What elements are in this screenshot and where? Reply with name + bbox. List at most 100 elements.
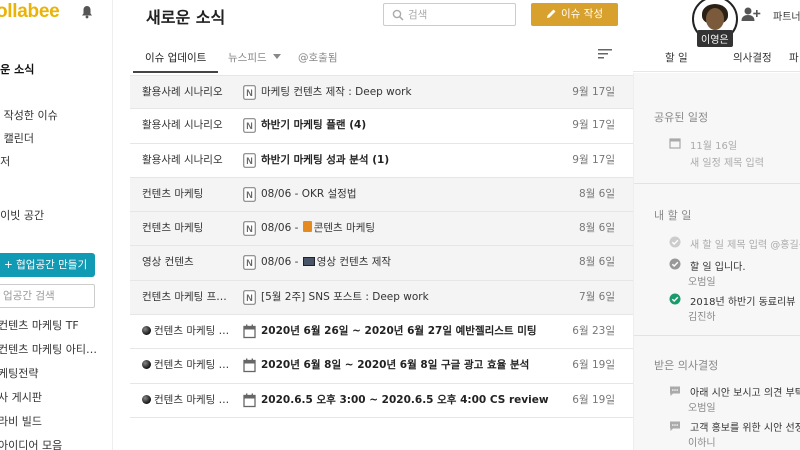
todo-item-title[interactable]: 할 일 입니다. — [690, 258, 800, 273]
feed-row-title[interactable]: 하반기 마케팅 성과 분석 (1) — [261, 144, 561, 177]
feed-row[interactable]: 활용사례 시나리오 N 마케팅 컨텐츠 제작 : Deep work 9월 17일 — [130, 75, 633, 110]
svg-text:N: N — [246, 88, 253, 98]
feed-row-title[interactable]: [5월 2주] SNS 포스트 : Deep work — [261, 281, 561, 314]
feed-row-category[interactable]: 활용사례 시나리오 — [142, 76, 230, 109]
partner-link[interactable]: 파트너 — [773, 8, 800, 23]
feed-row-category[interactable]: 컨텐츠 마케팅 TF — [142, 315, 230, 348]
calendar-icon — [243, 324, 256, 339]
workspace-item[interactable]: 아이디어 모음 — [0, 434, 112, 450]
sidebar-item-my-issues[interactable]: 가 작성한 이슈 — [0, 104, 112, 127]
feed-row-category[interactable]: 활용사례 시나리오 — [142, 144, 230, 177]
sidebar-item-news[interactable]: 로운 소식 — [0, 58, 112, 81]
check-circle-icon[interactable] — [669, 258, 681, 270]
workspace-ball-icon — [142, 394, 151, 404]
feed-row[interactable]: 컨텐츠 마케팅 N 08/06 - OKR 설정법 8월 6일 — [130, 177, 633, 213]
note-icon: N — [243, 221, 256, 237]
right-panel: 이영은 파트너 할 일 의사결정 파 공유된 일정 11월 16일 새 일정 제… — [633, 0, 800, 450]
feed-row-title[interactable]: 2020년 6월 8일 ~ 2020년 6월 8일 구글 광고 효율 분석 — [261, 349, 561, 382]
feed-row-category[interactable]: 컨텐츠 마케팅 — [142, 212, 230, 245]
feed-row[interactable]: 컨텐츠 마케팅 프… N [5월 2주] SNS 포스트 : Deep work 7월… — [130, 280, 633, 316]
sidebar-nav: 로운 소식 크 가 작성한 이슈 레 캘린더 신저 라이빗 공간 — [0, 58, 112, 227]
feed-row-title[interactable]: 2020년 6월 26일 ~ 2020년 6월 27일 예반젤리스트 미팅 — [261, 315, 561, 348]
computer-icon — [302, 257, 315, 267]
search-icon — [392, 9, 404, 21]
workspace-item[interactable]: 컨텐츠 마케팅 TF — [0, 314, 112, 338]
tab-newsfeed[interactable]: 뉴스피드 — [216, 46, 293, 73]
decision-item-title[interactable]: 아래 시안 보시고 의견 부탁드 — [690, 384, 800, 399]
feed-row-title[interactable]: 08/06 - OKR 설정법 — [261, 178, 561, 211]
sort-icon[interactable] — [598, 48, 612, 60]
feed-row[interactable]: 활용사례 시나리오 N 하반기 마케팅 플랜 (4) 9월 17일 — [130, 109, 633, 144]
caret-down-icon — [272, 54, 281, 59]
tab-mentions[interactable]: @호출됨 — [286, 46, 349, 73]
sidebar-item-calendar[interactable]: 레 캘린더 — [0, 127, 112, 150]
feed-row-category[interactable]: 영상 컨텐츠 — [142, 246, 230, 279]
feed-row-category[interactable]: 컨텐츠 마케팅 TF — [142, 384, 230, 417]
feed-row-title[interactable]: 08/06 - 콘텐츠 마케팅 — [261, 212, 561, 245]
feed-row-date: 6월 19일 — [572, 359, 615, 372]
create-workspace-button[interactable]: + 협업공간 만들기 — [0, 253, 95, 277]
feed-row-category[interactable]: 컨텐츠 마케팅 TF — [142, 349, 230, 382]
todo-heading: 내 할 일 — [654, 209, 692, 222]
workspace-item[interactable]: 케팅전략 — [0, 362, 112, 386]
check-circle-icon — [669, 236, 681, 248]
calendar-icon — [669, 138, 681, 149]
note-icon: N — [243, 85, 256, 100]
feed-tabs: 이슈 업데이트 뉴스피드 @호출됨 — [133, 46, 633, 73]
feed-row-date: 9월 17일 — [572, 153, 615, 166]
workspace-item[interactable]: 라비 빌드 — [0, 410, 112, 434]
feed-row-date: 8월 6일 — [578, 256, 615, 269]
svg-text:N: N — [246, 190, 253, 200]
new-schedule-input[interactable]: 새 일정 제목 입력 — [690, 154, 800, 169]
workspace-item[interactable]: 사 게시판 — [0, 386, 112, 410]
plus-icon: + — [4, 259, 17, 271]
feed-row-category[interactable]: 활용사례 시나리오 — [142, 109, 230, 142]
check-circle-done-icon[interactable] — [669, 293, 681, 305]
svg-text:N: N — [246, 121, 253, 131]
feed-row-category[interactable]: 컨텐츠 마케팅 — [142, 178, 230, 211]
sidebar-item-messenger[interactable]: 신저 — [0, 150, 112, 173]
todo-item-title[interactable]: 2018년 하반기 동료리뷰 — [690, 293, 800, 308]
workspace-ball-icon — [142, 360, 151, 370]
todo-item-owner: 오범일 — [688, 277, 716, 288]
decisions-heading: 받은 의사결정 — [654, 359, 719, 372]
shared-schedule-heading: 공유된 일정 — [654, 111, 709, 124]
sidebar: ollabee 로운 소식 크 가 작성한 이슈 레 캘린더 신저 라이빗 공간… — [0, 0, 113, 450]
sidebar-item-bookmark[interactable]: 크 — [0, 81, 112, 104]
feed-row-title[interactable]: 하반기 마케팅 플랜 (4) — [261, 109, 561, 142]
new-todo-input[interactable]: 새 할 일 제목 입력 @홍길동 — [690, 236, 800, 251]
workspace-ball-icon — [142, 326, 151, 336]
right-tabs: 할 일 의사결정 파 — [633, 44, 800, 72]
feed-row[interactable]: 컨텐츠 마케팅 TF 2020.6.5 오후 3:00 ~ 2020.6.5 오후… — [130, 383, 633, 418]
svg-text:N: N — [246, 293, 253, 303]
app-logo[interactable]: ollabee — [0, 1, 60, 23]
tab-todo[interactable]: 할 일 — [665, 50, 688, 65]
feed-row[interactable]: 활용사례 시나리오 N 하반기 마케팅 성과 분석 (1) 9월 17일 — [130, 143, 633, 178]
calendar-icon — [243, 358, 256, 373]
decision-item-owner: 오범일 — [688, 403, 716, 414]
chat-bubble-icon — [670, 386, 680, 396]
feed-row-title[interactable]: 08/06 - 영상 컨텐츠 제작 — [261, 246, 561, 279]
write-issue-button[interactable]: 이슈 작성 — [531, 3, 618, 26]
bell-icon[interactable] — [80, 5, 94, 19]
feed-row-title[interactable]: 2020.6.5 오후 3:00 ~ 2020.6.5 오후 4:00 CS r… — [261, 384, 561, 417]
feed-row[interactable]: 컨텐츠 마케팅 TF 2020년 6월 8일 ~ 2020년 6월 8일 구글 광… — [130, 349, 633, 384]
tab-decisions[interactable]: 의사결정 — [733, 50, 772, 65]
note-icon: N — [243, 255, 256, 271]
feed-row[interactable]: 컨텐츠 마케팅 TF 2020년 6월 26일 ~ 2020년 6월 27일 예반… — [130, 315, 633, 350]
tab-issue-updates[interactable]: 이슈 업데이트 — [133, 46, 219, 73]
add-user-icon[interactable] — [741, 6, 761, 22]
feed-row[interactable]: 컨텐츠 마케팅 N 08/06 - 콘텐츠 마케팅 8월 6일 — [130, 212, 633, 247]
workspace-item[interactable]: 컨텐츠 마케팅 아티… — [0, 338, 112, 362]
search-box[interactable] — [383, 3, 516, 26]
feed-row-title[interactable]: 마케팅 컨텐츠 제작 : Deep work — [261, 76, 561, 109]
sidebar-item-private-space[interactable]: 라이빗 공간 — [0, 204, 112, 227]
calendar-icon — [243, 393, 256, 407]
workspace-search-input[interactable]: 업공간 검색 — [0, 284, 95, 308]
feed-row-category[interactable]: 컨텐츠 마케팅 프… — [142, 281, 230, 314]
feed-row[interactable]: 영상 컨텐츠 N 08/06 - 영상 컨텐츠 제작 8월 6일 — [130, 246, 633, 281]
shared-schedule-date: 11월 16일 — [690, 141, 738, 152]
search-input[interactable] — [408, 6, 508, 23]
decision-item-title[interactable]: 고객 홍보를 위한 시안 선정 요 — [690, 419, 800, 434]
tab-files[interactable]: 파 — [789, 50, 799, 65]
